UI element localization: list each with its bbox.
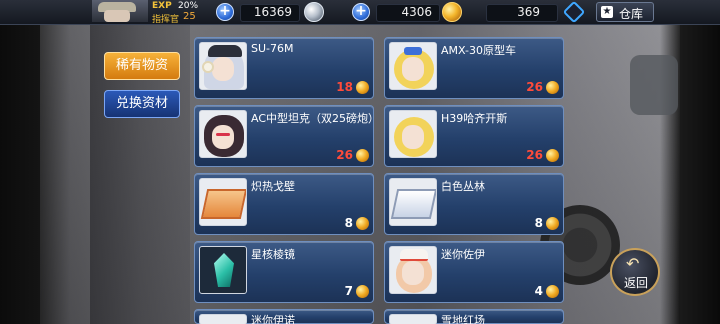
avatar-face: [104, 10, 130, 22]
item-portrait: [199, 110, 247, 158]
portrait-hat: [208, 45, 242, 57]
item-portrait: [389, 110, 437, 158]
exp-percent: 20%: [178, 1, 199, 11]
game-screen: EXP 20% 指挥官 25 + 16369 + 4306 369 ★ 仓库 稀…: [0, 0, 720, 324]
item-card[interactable]: SU-76M 18: [194, 37, 374, 99]
tab-rare-supplies[interactable]: 稀有物资: [104, 52, 180, 80]
coin-icon: [356, 149, 369, 162]
item-name: 白色丛林: [441, 180, 485, 193]
depot-button[interactable]: ★ 仓库: [596, 2, 654, 22]
desert-terrain-icon: [200, 189, 246, 219]
item-card[interactable]: 白色丛林 8: [384, 173, 564, 235]
tab-exchange-materials[interactable]: 兑换资材: [104, 90, 180, 118]
item-count: 7: [344, 284, 353, 298]
gold-value: 4306: [401, 5, 432, 19]
item-name: 雪地红场: [441, 314, 485, 324]
coin-icon: [546, 149, 559, 162]
commander-avatar[interactable]: [92, 0, 148, 22]
depot-label: 仓库: [619, 7, 644, 21]
item-portrait: [389, 178, 437, 226]
add-silver-button[interactable]: +: [216, 3, 234, 21]
item-name: AC中型坦克（双25磅炮）: [251, 112, 380, 125]
portrait-face: [402, 57, 424, 81]
silver-coin-icon: [304, 2, 324, 22]
core-icon: [562, 0, 586, 24]
item-card[interactable]: 迷你佐伊 4: [384, 241, 564, 303]
item-card[interactable]: 星核棱镜 7: [194, 241, 374, 303]
exp-label: EXP: [152, 1, 172, 11]
rank-label: 指挥官: [152, 15, 180, 25]
back-label: 返回: [624, 276, 649, 290]
item-portrait: [199, 42, 247, 90]
item-card[interactable]: 炽热戈壁 8: [194, 173, 374, 235]
coin-icon: [546, 217, 559, 230]
portrait-bow: [404, 47, 422, 55]
item-name: 迷你佐伊: [441, 248, 485, 261]
item-portrait: [199, 314, 247, 324]
portrait-eyes: [216, 133, 230, 136]
item-name: 星核棱镜: [251, 248, 295, 261]
item-card[interactable]: AMX-30原型车 26: [384, 37, 564, 99]
gold-coin-icon: [442, 2, 462, 22]
silver-value: 16369: [253, 5, 292, 19]
item-count: 18: [336, 80, 353, 94]
item-name: AMX-30原型车: [441, 44, 516, 57]
flower-icon: [202, 61, 214, 73]
coin-icon: [546, 285, 559, 298]
item-portrait: [199, 178, 247, 226]
core-value: 369: [517, 5, 540, 19]
back-arrow-icon: ↶: [626, 254, 640, 273]
item-name: H39哈齐开斯: [441, 112, 508, 125]
coin-icon: [356, 285, 369, 298]
coin-icon: [546, 81, 559, 94]
item-card[interactable]: AC中型坦克（双25磅炮） 26: [194, 105, 379, 167]
item-portrait: [389, 314, 437, 324]
item-name: SU-76M: [251, 42, 294, 55]
portrait-face: [402, 125, 424, 149]
top-bar: EXP 20% 指挥官 25 + 16369 + 4306 369 ★ 仓库: [0, 0, 720, 25]
snow-terrain-icon: [390, 189, 436, 219]
item-count: 4: [534, 284, 543, 298]
item-portrait: [389, 42, 437, 90]
item-count: 8: [534, 216, 543, 230]
rank-level: 25: [183, 11, 196, 22]
back-button[interactable]: ↶ 返回: [610, 248, 660, 296]
coin-icon: [356, 217, 369, 230]
item-card[interactable]: 迷你伊诺: [194, 309, 374, 324]
portrait-face: [212, 57, 234, 81]
item-count: 8: [344, 216, 353, 230]
item-card[interactable]: 雪地红场: [384, 309, 564, 324]
crystal-icon: [214, 253, 234, 287]
item-name: 迷你伊诺: [251, 314, 295, 324]
portrait-hat: [400, 249, 428, 261]
background-turret: [630, 55, 678, 115]
item-portrait: [199, 246, 247, 294]
portrait-face: [402, 261, 424, 285]
item-count: 26: [336, 148, 353, 162]
item-portrait: [389, 246, 437, 294]
star-icon: ★: [601, 6, 613, 18]
portrait-face: [212, 125, 234, 149]
item-count: 26: [526, 148, 543, 162]
item-count: 26: [526, 80, 543, 94]
item-card[interactable]: H39哈齐开斯 26: [384, 105, 564, 167]
item-name: 炽热戈壁: [251, 180, 295, 193]
coin-icon: [356, 81, 369, 94]
add-gold-button[interactable]: +: [352, 3, 370, 21]
